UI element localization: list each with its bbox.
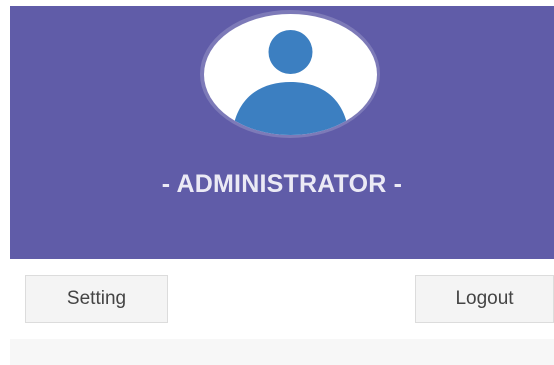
user-menu-panel: - ADMINISTRATOR - Setting Logout <box>10 6 554 365</box>
footer-divider <box>10 339 554 365</box>
avatar <box>203 13 377 135</box>
user-header: - ADMINISTRATOR - <box>10 6 554 259</box>
user-silhouette-icon <box>231 29 349 135</box>
user-role-label: - ADMINISTRATOR - <box>161 170 403 198</box>
setting-button[interactable]: Setting <box>25 275 168 323</box>
logout-button[interactable]: Logout <box>415 275 554 323</box>
avatar-ring <box>200 10 380 138</box>
